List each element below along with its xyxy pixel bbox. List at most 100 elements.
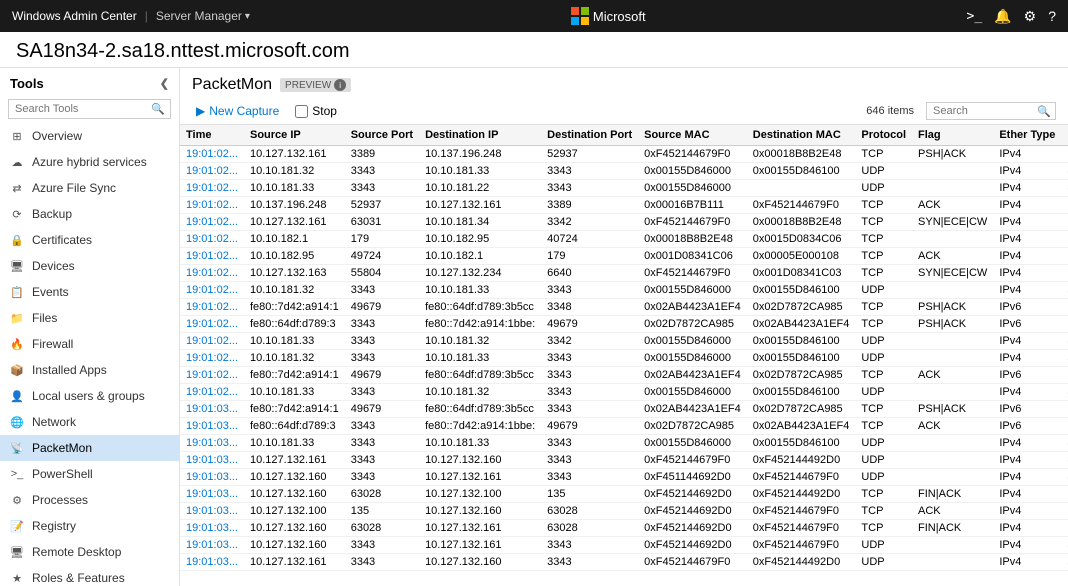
sidebar-item-firewall[interactable]: 🔥Firewall — [0, 331, 179, 357]
table-row[interactable]: 19:01:03...10.127.132.1606302810.127.132… — [180, 520, 1068, 537]
server-manager-btn[interactable]: Server Manager ▾ — [156, 9, 250, 23]
cell-flag — [912, 469, 993, 486]
cell-source-mac: 0x00155D846000 — [638, 180, 747, 197]
sidebar-item-devices[interactable]: 🖥Devices — [0, 253, 179, 279]
cell-time[interactable]: 19:01:03... — [180, 520, 244, 537]
col-destination-ip[interactable]: Destination IP — [419, 125, 541, 146]
cell-time[interactable]: 19:01:02... — [180, 316, 244, 333]
cell-time[interactable]: 19:01:03... — [180, 469, 244, 486]
cell-time[interactable]: 19:01:02... — [180, 231, 244, 248]
terminal-icon[interactable]: >_ — [967, 9, 983, 24]
sidebar-collapse-btn[interactable]: ❮ — [160, 77, 169, 90]
cell-destination-ip: 10.127.132.234 — [419, 265, 541, 282]
cell-protocol: TCP — [855, 367, 912, 384]
table-row[interactable]: 19:01:02...10.127.132.1616303110.10.181.… — [180, 214, 1068, 231]
col-destination-port[interactable]: Destination Port — [541, 125, 638, 146]
table-row[interactable]: 19:01:03...fe80::7d42:a914:149679fe80::6… — [180, 401, 1068, 418]
stop-checkbox[interactable] — [295, 105, 308, 118]
sidebar-item-overview[interactable]: ⊞Overview — [0, 123, 179, 149]
sidebar-item-installed-apps[interactable]: 📦Installed Apps — [0, 357, 179, 383]
sidebar-item-certificates[interactable]: 🔒Certificates — [0, 227, 179, 253]
cell-time[interactable]: 19:01:03... — [180, 452, 244, 469]
cell-flag — [912, 554, 993, 571]
cell-destination-mac: 0xF452144679F0 — [747, 469, 856, 486]
cell-filter: 3 — [1061, 163, 1068, 180]
help-icon[interactable]: ? — [1048, 8, 1056, 24]
search-tools-input[interactable] — [8, 99, 171, 119]
sidebar-item-remote-desktop[interactable]: 🖥Remote Desktop — [0, 539, 179, 565]
table-row[interactable]: 19:01:02...10.10.181.33334310.10.181.323… — [180, 384, 1068, 401]
cell-time[interactable]: 19:01:02... — [180, 350, 244, 367]
table-row[interactable]: 19:01:02...10.137.196.2485293710.127.132… — [180, 197, 1068, 214]
col-source-port[interactable]: Source Port — [345, 125, 419, 146]
col-ether-type[interactable]: Ether Type — [993, 125, 1061, 146]
table-row[interactable]: 19:01:03...10.10.181.33334310.10.181.333… — [180, 435, 1068, 452]
cell-time[interactable]: 19:01:03... — [180, 435, 244, 452]
table-row[interactable]: 19:01:03...10.127.132.160334310.127.132.… — [180, 469, 1068, 486]
cell-time[interactable]: 19:01:03... — [180, 537, 244, 554]
sidebar-item-registry[interactable]: 📝Registry — [0, 513, 179, 539]
table-row[interactable]: 19:01:03...fe80::64df:d789:33343fe80::7d… — [180, 418, 1068, 435]
table-row[interactable]: 19:01:03...10.127.132.161334310.127.132.… — [180, 554, 1068, 571]
preview-info-icon[interactable]: i — [334, 79, 346, 91]
sidebar-item-powershell[interactable]: >_PowerShell — [0, 461, 179, 487]
table-row[interactable]: 19:01:02...10.127.132.1635580410.127.132… — [180, 265, 1068, 282]
col-protocol[interactable]: Protocol — [855, 125, 912, 146]
sidebar-item-packetmon[interactable]: 📡PacketMon — [0, 435, 179, 461]
table-row[interactable]: 19:01:02...10.10.181.32334310.10.181.333… — [180, 350, 1068, 367]
cell-time[interactable]: 19:01:02... — [180, 333, 244, 350]
sidebar-item-roles-&-features[interactable]: ★Roles & Features — [0, 565, 179, 586]
table-row[interactable]: 19:01:02...10.10.182.954972410.10.182.11… — [180, 248, 1068, 265]
col-source-mac[interactable]: Source MAC — [638, 125, 747, 146]
table-row[interactable]: 19:01:02...10.10.181.32334310.10.181.333… — [180, 282, 1068, 299]
table-row[interactable]: 19:01:02...fe80::64df:d789:33343fe80::7d… — [180, 316, 1068, 333]
cell-time[interactable]: 19:01:02... — [180, 367, 244, 384]
sidebar-item-azure-hybrid-services[interactable]: ☁Azure hybrid services — [0, 149, 179, 175]
table-row[interactable]: 19:01:02...fe80::7d42:a914:149679fe80::6… — [180, 367, 1068, 384]
cell-time[interactable]: 19:01:02... — [180, 299, 244, 316]
stop-label[interactable]: Stop — [312, 104, 337, 118]
col-time[interactable]: Time — [180, 125, 244, 146]
cell-flag: ACK — [912, 367, 993, 384]
cell-time[interactable]: 19:01:03... — [180, 486, 244, 503]
col-filter[interactable]: Filter — [1061, 125, 1068, 146]
table-row[interactable]: 19:01:02...10.10.182.117910.10.182.95407… — [180, 231, 1068, 248]
cell-time[interactable]: 19:01:02... — [180, 163, 244, 180]
table-row[interactable]: 19:01:02...fe80::7d42:a914:149679fe80::6… — [180, 299, 1068, 316]
table-row[interactable]: 19:01:03...10.127.132.161334310.127.132.… — [180, 452, 1068, 469]
table-row[interactable]: 19:01:02...10.10.181.33334310.10.181.323… — [180, 333, 1068, 350]
cell-time[interactable]: 19:01:02... — [180, 265, 244, 282]
col-source-ip[interactable]: Source IP — [244, 125, 345, 146]
table-row[interactable]: 19:01:03...10.127.132.1606302810.127.132… — [180, 486, 1068, 503]
col-flag[interactable]: Flag — [912, 125, 993, 146]
sidebar-item-events[interactable]: 📋Events — [0, 279, 179, 305]
notification-icon[interactable]: 🔔 — [994, 8, 1011, 25]
settings-icon[interactable]: ⚙ — [1024, 8, 1037, 25]
cell-time[interactable]: 19:01:02... — [180, 248, 244, 265]
cell-time[interactable]: 19:01:02... — [180, 146, 244, 163]
table-row[interactable]: 19:01:02...10.10.181.32334310.10.181.333… — [180, 163, 1068, 180]
cell-time[interactable]: 19:01:03... — [180, 401, 244, 418]
new-capture-button[interactable]: ▶ New Capture — [192, 102, 283, 120]
table-row[interactable]: 19:01:03...10.127.132.160334310.127.132.… — [180, 537, 1068, 554]
cell-time[interactable]: 19:01:02... — [180, 180, 244, 197]
cell-time[interactable]: 19:01:02... — [180, 214, 244, 231]
sidebar-item-files[interactable]: 📁Files — [0, 305, 179, 331]
cell-time[interactable]: 19:01:03... — [180, 554, 244, 571]
sidebar-item-backup[interactable]: ⟳Backup — [0, 201, 179, 227]
cell-time[interactable]: 19:01:03... — [180, 503, 244, 520]
table-row[interactable]: 19:01:03...10.127.132.10013510.127.132.1… — [180, 503, 1068, 520]
app-title[interactable]: Windows Admin Center — [12, 9, 137, 23]
items-count: 646 items — [866, 105, 914, 117]
col-destination-mac[interactable]: Destination MAC — [747, 125, 856, 146]
sidebar-item-processes[interactable]: ⚙Processes — [0, 487, 179, 513]
sidebar-item-network[interactable]: 🌐Network — [0, 409, 179, 435]
table-row[interactable]: 19:01:02...10.10.181.33334310.10.181.223… — [180, 180, 1068, 197]
cell-time[interactable]: 19:01:02... — [180, 282, 244, 299]
cell-time[interactable]: 19:01:02... — [180, 384, 244, 401]
sidebar-item-local-users-&-groups[interactable]: 👤Local users & groups — [0, 383, 179, 409]
table-row[interactable]: 19:01:02...10.127.132.161338910.137.196.… — [180, 146, 1068, 163]
cell-time[interactable]: 19:01:03... — [180, 418, 244, 435]
cell-time[interactable]: 19:01:02... — [180, 197, 244, 214]
sidebar-item-azure-file-sync[interactable]: ⇄Azure File Sync — [0, 175, 179, 201]
